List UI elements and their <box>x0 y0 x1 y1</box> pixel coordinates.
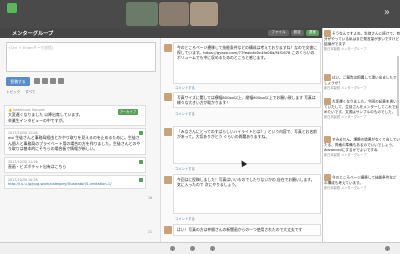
list-item[interactable]: はい、ご報告は把握して頂い出ましたでしょうか？ 新日本製鐵 メンターグループ <box>324 74 400 91</box>
feed-card[interactable]: 2017/10/30 12:08 dui 生徒さんと事務局経由とかやり取りを見え… <box>4 128 146 155</box>
avatar <box>164 93 172 101</box>
list-item[interactable]: 大変遅くなりました。今回の記事を書いていたして、生徒さんをメンターしてこれで進め… <box>324 98 400 120</box>
scrollbar[interactable] <box>397 56 399 116</box>
unread-counts: 18 21 <box>148 196 153 234</box>
chat-message: 写真サイズに関しては横幅800px以上、縦幅600px以上でお願い致します 写真… <box>173 92 321 108</box>
archive-button[interactable]: アーカイブ <box>117 109 138 115</box>
feed-tabs: トピック すべて <box>6 90 36 95</box>
card-action-icon[interactable] <box>139 131 143 136</box>
list-item[interactable]: すみません、課題の結果がなくて出していたる、資格の準備もあるのでいいでしょう。A… <box>324 136 400 158</box>
list-item[interactable]: 今のところページ遷移して技能条件などの構成も考えています。 新日本製鐵 メンター… <box>324 174 400 191</box>
card-action-icon[interactable] <box>139 177 143 182</box>
group-header: メンターグループ ファイル 設定 退室 <box>0 28 322 38</box>
self-avatar[interactable] <box>7 3 17 13</box>
left-panel: (Ctrl + Enterキーで送信) 投稿する トピック すべて アーカイブ … <box>0 38 160 254</box>
video-thumb[interactable] <box>190 2 218 26</box>
attach-icon[interactable] <box>34 78 40 84</box>
avatar <box>324 98 331 105</box>
comment-link[interactable]: コメントする <box>175 216 195 221</box>
chat-message: 今回はに投稿しました！写真はいいものでしたりないかの 自在でお願いします。気に入… <box>173 174 321 214</box>
video-thumb[interactable] <box>159 2 189 26</box>
files-button[interactable]: ファイル <box>268 29 289 36</box>
mention-icon[interactable] <box>58 78 64 84</box>
avatar <box>164 226 172 234</box>
avatar <box>164 44 172 52</box>
image-icon[interactable] <box>42 78 48 84</box>
video-thumb[interactable] <box>126 2 158 26</box>
right-panel: そうなんですよね、生徒さんに続けて、自分がやっている私はまだ発言量が多いですけど… <box>322 28 400 254</box>
comment-link[interactable]: コメントする <box>175 85 195 90</box>
next-icon[interactable]: » <box>384 7 390 18</box>
camera-icon[interactable] <box>190 246 195 251</box>
comment-link[interactable]: コメントする <box>175 166 195 171</box>
avatar <box>164 176 172 184</box>
settings-button[interactable]: 設定 <box>290 29 304 36</box>
topic-feed: アーカイブ 👍 Nakamura, Konoshi 大変遅くなりました 以降出席… <box>4 105 146 191</box>
group-title: メンターグループ <box>12 30 54 37</box>
compose-textarea[interactable]: (Ctrl + Enterキーで送信) <box>6 42 156 72</box>
bottom-toolbar <box>0 242 400 254</box>
feed-card[interactable]: 2017/10/30 11:26 直画・ビズボチャト出有はこちら <box>4 156 146 173</box>
leave-button[interactable]: 退室 <box>305 29 319 36</box>
tab-all[interactable]: すべて <box>25 90 35 94</box>
list-item[interactable]: そうなんですよね、生徒さんに続けて、自分がやっている私はまだ発言量が多いですけど… <box>324 30 400 52</box>
share-icon[interactable] <box>210 246 215 251</box>
more-icon[interactable] <box>385 246 390 251</box>
avatar <box>324 136 331 143</box>
avatar <box>324 30 331 37</box>
feed-link[interactable]: http://i-s-u.jp/pug-work/category/illust… <box>8 182 142 186</box>
emoji-icon[interactable] <box>50 78 56 84</box>
video-strip: » <box>0 0 400 28</box>
compose-tools <box>34 78 64 84</box>
comment-link[interactable]: コメントする <box>175 111 195 116</box>
chat-message: はい！写真の方は仲間さんの新聞画からの一つ使用されたので大丈夫です <box>173 224 321 236</box>
mic-icon[interactable] <box>170 246 175 251</box>
avatar <box>324 174 331 181</box>
chat-panel: 今のところページ遷移して技能条件などの構成は考えておりますね！なので文書に探して… <box>160 38 322 254</box>
chat-message: 「みなさんにとってのすばらしいハイライトとは？」という内容で、写真とお名前があっ… <box>173 126 321 164</box>
feed-card[interactable]: アーカイブ 👍 Nakamura, Konoshi 大変遅くなりました 以降出席… <box>4 105 146 127</box>
avatar <box>324 74 331 81</box>
chat-message: 今のところページ遷移して技能条件などの構成は考えておりますね！なので文書に探して… <box>173 42 321 84</box>
avatar <box>164 128 172 136</box>
feed-card[interactable]: 2017/10/30 10:28 http://i-s-u.jp/pug-wor… <box>4 174 146 189</box>
post-button[interactable]: 投稿する <box>6 77 30 86</box>
tab-topics[interactable]: トピック <box>6 90 20 94</box>
card-action-icon[interactable] <box>139 159 143 164</box>
